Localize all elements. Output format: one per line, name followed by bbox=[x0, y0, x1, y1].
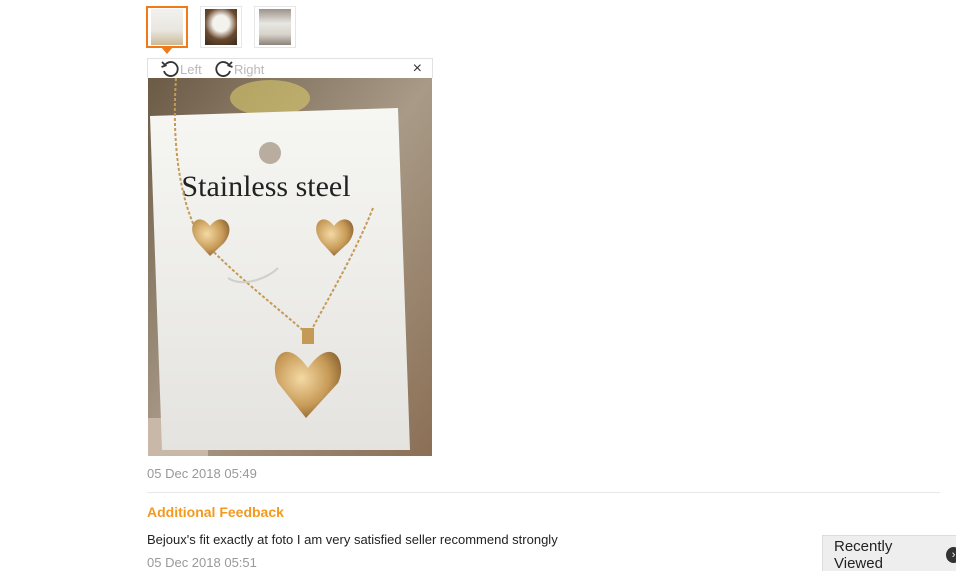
review-photo: Stainless steel bbox=[148, 78, 432, 456]
chevron-icon: › bbox=[946, 547, 956, 563]
thumbnail-3[interactable] bbox=[254, 6, 296, 48]
rotate-right-label: Right bbox=[234, 61, 265, 77]
rotate-left-label: Left bbox=[180, 61, 202, 77]
card-caption: Stainless steel bbox=[181, 170, 350, 203]
rotate-right-button[interactable]: Right bbox=[214, 59, 264, 79]
thumbnail-image bbox=[151, 9, 183, 45]
close-icon[interactable]: × bbox=[413, 60, 422, 78]
rotate-right-icon bbox=[215, 61, 233, 77]
image-viewer-toolbar: Left Right × bbox=[147, 58, 433, 78]
review-date: 05 Dec 2018 05:49 bbox=[147, 466, 257, 481]
rotate-left-button[interactable]: Left bbox=[160, 59, 202, 79]
additional-feedback-date: 05 Dec 2018 05:51 bbox=[147, 555, 257, 570]
jewelry-photo-image: Stainless steel bbox=[148, 78, 432, 456]
recently-viewed-button[interactable]: Recently Viewed › bbox=[822, 535, 956, 571]
review-thumbnails bbox=[146, 6, 308, 54]
divider bbox=[147, 492, 940, 493]
rotate-left-icon bbox=[161, 61, 179, 77]
thumbnail-2[interactable] bbox=[200, 6, 242, 48]
recently-viewed-label: Recently Viewed bbox=[834, 538, 893, 571]
thumbnail-image bbox=[259, 9, 291, 45]
thumbnail-1[interactable] bbox=[146, 6, 188, 54]
additional-feedback-title: Additional Feedback bbox=[147, 504, 284, 520]
additional-feedback-text: Bejoux's fit exactly at foto I am very s… bbox=[147, 532, 558, 547]
thumbnail-image bbox=[205, 9, 237, 45]
